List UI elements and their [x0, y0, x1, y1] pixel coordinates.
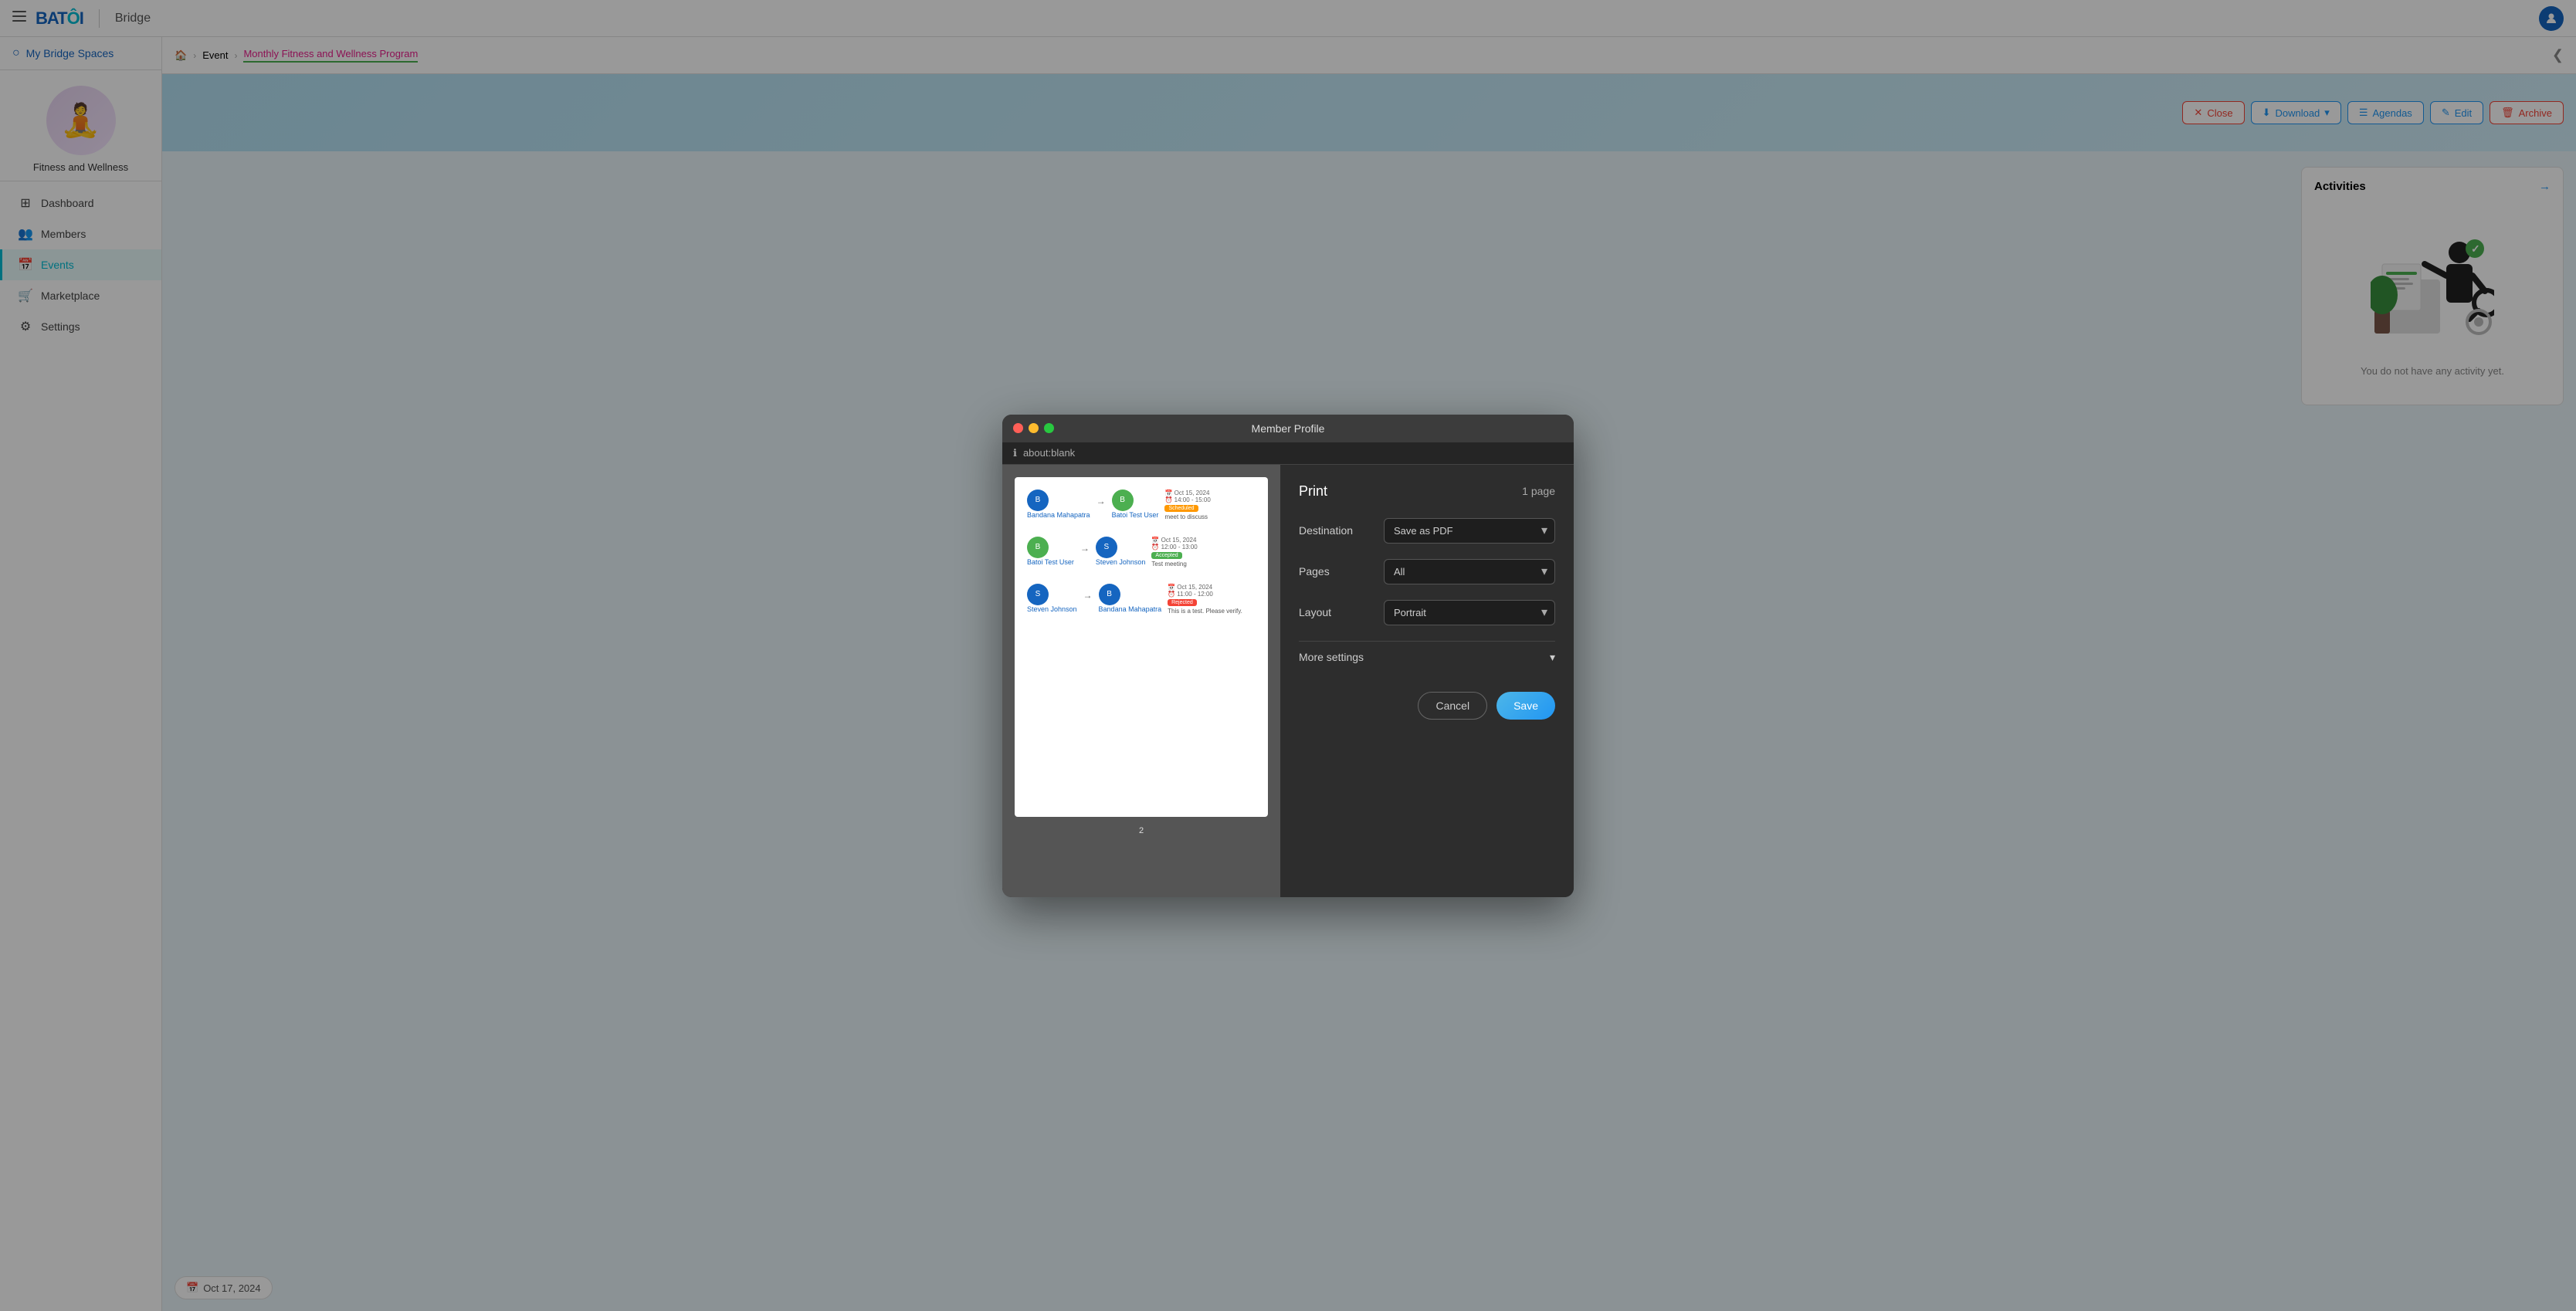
preview-content-1: 📅 Oct 15, 2024 ⏰ 14:00 - 15:00 Scheduled… — [1164, 490, 1256, 520]
layout-label: Layout — [1299, 606, 1384, 618]
print-pages: 1 page — [1522, 485, 1555, 497]
preview-badge-2: Accepted — [1151, 552, 1181, 559]
to-name-2: Steven Johnson — [1096, 558, 1146, 566]
page-number: 2 — [1139, 826, 1144, 835]
preview-content-2: 📅 Oct 15, 2024 ⏰ 12:00 - 13:00 Accepted … — [1151, 537, 1256, 567]
preview-date-1: 📅 Oct 15, 2024 — [1164, 490, 1256, 496]
print-preview-pane: B Bandana Mahapatra → B Batoi Test User … — [1002, 465, 1280, 897]
pages-label: Pages — [1299, 565, 1384, 578]
to-avatar-1: B — [1112, 490, 1134, 511]
more-settings-row[interactable]: More settings ▾ — [1299, 641, 1555, 673]
traffic-light-green[interactable] — [1044, 423, 1054, 433]
preview-row-3: S Steven Johnson → B Bandana Mahapatra 📅… — [1027, 584, 1256, 615]
preview-row-1: B Bandana Mahapatra → B Batoi Test User … — [1027, 490, 1256, 521]
from-avatar-3: S — [1027, 584, 1049, 605]
dialog-titlebar: Member Profile — [1002, 415, 1574, 442]
arrow-2: → — [1080, 543, 1090, 554]
preview-msg-2: Test meeting — [1151, 561, 1256, 567]
preview-page: B Bandana Mahapatra → B Batoi Test User … — [1015, 477, 1268, 817]
to-name-3: Bandana Mahapatra — [1099, 605, 1162, 613]
print-header: Print 1 page — [1299, 483, 1555, 500]
layout-row: Layout Portrait Landscape — [1299, 600, 1555, 625]
destination-select-wrapper: Save as PDF — [1384, 518, 1555, 544]
layout-select-wrapper: Portrait Landscape — [1384, 600, 1555, 625]
destination-select[interactable]: Save as PDF — [1384, 518, 1555, 544]
dialog-url-bar: ℹ about:blank — [1002, 442, 1574, 465]
print-settings-pane: Print 1 page Destination Save as PDF Pag… — [1280, 465, 1574, 897]
pages-select-wrapper: All — [1384, 559, 1555, 584]
from-avatar-1: B — [1027, 490, 1049, 511]
preview-date-3: 📅 Oct 15, 2024 — [1168, 584, 1256, 591]
to-name-1: Batoi Test User — [1112, 511, 1159, 519]
traffic-lights — [1013, 423, 1054, 433]
from-avatar-2: B — [1027, 537, 1049, 558]
preview-msg-1: meet to discuss — [1164, 513, 1256, 520]
destination-row: Destination Save as PDF — [1299, 518, 1555, 544]
modal-overlay[interactable]: Member Profile ℹ about:blank B Bandana M… — [0, 0, 2576, 1311]
url-text: about:blank — [1023, 447, 1075, 459]
cancel-button[interactable]: Cancel — [1418, 692, 1487, 720]
destination-label: Destination — [1299, 524, 1384, 537]
save-button[interactable]: Save — [1496, 692, 1555, 720]
from-name-2: Batoi Test User — [1027, 558, 1074, 566]
preview-time-2: ⏰ 12:00 - 13:00 — [1151, 544, 1256, 550]
traffic-light-red[interactable] — [1013, 423, 1023, 433]
dialog-body: B Bandana Mahapatra → B Batoi Test User … — [1002, 465, 1574, 897]
from-name-3: Steven Johnson — [1027, 605, 1077, 613]
print-title: Print — [1299, 483, 1327, 500]
chevron-down-icon: ▾ — [1550, 651, 1555, 664]
from-name-1: Bandana Mahapatra — [1027, 511, 1090, 519]
preview-date-2: 📅 Oct 15, 2024 — [1151, 537, 1256, 544]
traffic-light-yellow[interactable] — [1029, 423, 1039, 433]
preview-msg-3: This is a test. Please verify. — [1168, 608, 1256, 615]
info-icon: ℹ — [1013, 447, 1017, 459]
arrow-3: → — [1083, 590, 1093, 601]
pages-select[interactable]: All — [1384, 559, 1555, 584]
to-avatar-2: S — [1096, 537, 1117, 558]
preview-time-1: ⏰ 14:00 - 15:00 — [1164, 496, 1256, 503]
preview-badge-1: Scheduled — [1164, 505, 1198, 512]
preview-badge-3: Rejected — [1168, 599, 1197, 606]
print-dialog: Member Profile ℹ about:blank B Bandana M… — [1002, 415, 1574, 897]
dialog-title: Member Profile — [1252, 422, 1325, 435]
layout-select[interactable]: Portrait Landscape — [1384, 600, 1555, 625]
dialog-actions: Cancel Save — [1299, 673, 1555, 720]
arrow-1: → — [1096, 496, 1106, 506]
more-settings-label: More settings — [1299, 651, 1364, 663]
preview-row-2: B Batoi Test User → S Steven Johnson 📅 O… — [1027, 537, 1256, 568]
preview-content-3: 📅 Oct 15, 2024 ⏰ 11:00 - 12:00 Rejected … — [1168, 584, 1256, 615]
pages-row: Pages All — [1299, 559, 1555, 584]
to-avatar-3: B — [1099, 584, 1120, 605]
preview-footer: 2 — [1015, 817, 1268, 843]
preview-time-3: ⏰ 11:00 - 12:00 — [1168, 591, 1256, 598]
